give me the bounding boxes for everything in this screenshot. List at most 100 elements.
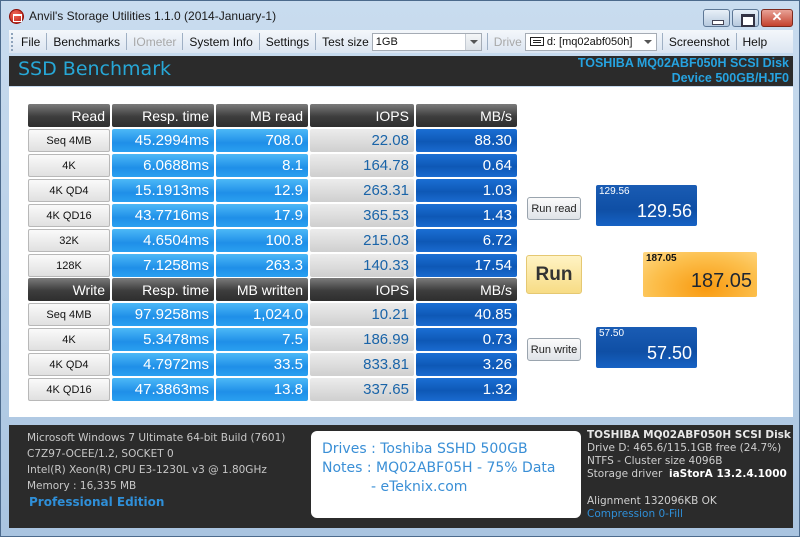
test-button[interactable]: Seq 4MB — [28, 129, 110, 152]
drive-info: TOSHIBA MQ02ABF050H SCSI Disk Device Dri… — [587, 429, 793, 521]
column-header: Resp. time — [112, 104, 214, 127]
resp-time-cell: 4.7972ms — [112, 353, 214, 376]
info-panel: Microsoft Windows 7 Ultimate 64-bit Buil… — [9, 425, 793, 528]
test-button[interactable]: 4K — [28, 154, 110, 177]
storage-driver: Storage driver iaStorA 13.2.4.1000 — [587, 468, 793, 481]
menu-system-info[interactable]: System Info — [183, 30, 258, 53]
storage-driver-label: Storage driver — [587, 468, 663, 480]
column-header: MB/s — [416, 278, 517, 301]
table-row: 128K 7.1258ms 263.3 140.33 17.54 — [28, 254, 519, 277]
iops-cell: 833.81 — [310, 353, 414, 376]
run-write-button[interactable]: Run write — [527, 338, 581, 361]
mb-cell: 1,024.0 — [216, 303, 308, 326]
table-row: 4K QD16 43.7716ms 17.9 365.53 1.43 — [28, 204, 519, 227]
write-score: 57.50 57.50 — [596, 327, 697, 368]
column-header: IOPS — [310, 104, 414, 127]
test-button[interactable]: Seq 4MB — [28, 303, 110, 326]
mbs-cell: 1.03 — [416, 179, 517, 202]
table-row: Seq 4MB 97.9258ms 1,024.0 10.21 40.85 — [28, 303, 519, 326]
table-row: Seq 4MB 45.2994ms 708.0 22.08 88.30 — [28, 129, 519, 152]
chevron-down-icon[interactable] — [639, 33, 656, 50]
header-band: SSD Benchmark TOSHIBA MQ02ABF050H SCSI D… — [9, 56, 793, 86]
motherboard-info: C7Z97-OCEE/1.2, SOCKET 0 — [27, 448, 174, 460]
alignment-info: Alignment 132096KB OK — [587, 495, 717, 507]
close-button[interactable]: ✕ — [761, 9, 793, 27]
resp-time-cell: 15.1913ms — [112, 179, 214, 202]
memory-info: Memory : 16,335 MB — [27, 480, 137, 492]
total-score: 187.05 187.05 — [643, 252, 757, 297]
iops-cell: 337.65 — [310, 378, 414, 401]
edition-label: Professional Edition — [29, 495, 165, 509]
mb-cell: 17.9 — [216, 204, 308, 227]
mb-cell: 708.0 — [216, 129, 308, 152]
notes-drives: Drives : Toshiba SSHD 500GB — [322, 441, 528, 457]
write-score-value: 57.50 — [646, 343, 692, 363]
iops-cell: 186.99 — [310, 328, 414, 351]
test-button[interactable]: 4K QD4 — [28, 353, 110, 376]
table-row: 32K 4.6504ms 100.8 215.03 6.72 — [28, 229, 519, 252]
window-title: Anvil's Storage Utilities 1.1.0 (2014-Ja… — [29, 9, 277, 23]
cpu-info: Intel(R) Xeon(R) CPU E3-1230L v3 @ 1.80G… — [27, 464, 267, 476]
iops-cell: 22.08 — [310, 129, 414, 152]
resp-time-cell: 6.0688ms — [112, 154, 214, 177]
column-header: MB/s — [416, 104, 517, 127]
app-logo-icon — [9, 9, 24, 24]
iops-cell: 10.21 — [310, 303, 414, 326]
resp-time-cell: 5.3478ms — [112, 328, 214, 351]
test-button[interactable]: 4K QD16 — [28, 204, 110, 227]
resp-time-cell: 7.1258ms — [112, 254, 214, 277]
drive-select[interactable]: d: [mq02abf050h] — [524, 32, 657, 51]
test-button[interactable]: 32K — [28, 229, 110, 252]
app-window: Anvil's Storage Utilities 1.1.0 (2014-Ja… — [0, 0, 800, 537]
total-score-small: 187.05 — [646, 253, 677, 264]
table-row: 4K QD4 15.1913ms 12.9 263.31 1.03 — [28, 179, 519, 202]
resp-time-cell: 47.3863ms — [112, 378, 214, 401]
read-score-small: 129.56 — [599, 186, 630, 197]
mb-cell: 12.9 — [216, 179, 308, 202]
iops-cell: 140.33 — [310, 254, 414, 277]
test-button[interactable]: 4K QD4 — [28, 179, 110, 202]
title-bar: Anvil's Storage Utilities 1.1.0 (2014-Ja… — [1, 1, 799, 29]
mb-cell: 8.1 — [216, 154, 308, 177]
test-size-select[interactable]: 1GB — [371, 32, 482, 51]
test-button[interactable]: 128K — [28, 254, 110, 277]
menu-benchmarks[interactable]: Benchmarks — [47, 30, 126, 53]
resp-time-cell: 45.2994ms — [112, 129, 214, 152]
menu-screenshot[interactable]: Screenshot — [663, 30, 736, 53]
minimize-button[interactable] — [703, 9, 730, 27]
menu-toolbar: File Benchmarks IOmeter System Info Sett… — [9, 30, 793, 53]
resp-time-cell: 43.7716ms — [112, 204, 214, 227]
write-results-table: Write Resp. time MB written IOPS MB/s Se… — [28, 278, 519, 403]
chevron-down-icon[interactable] — [464, 33, 481, 50]
table-row: 4K 6.0688ms 8.1 164.78 0.64 — [28, 154, 519, 177]
column-header: MB written — [216, 278, 308, 301]
mbs-cell: 88.30 — [416, 129, 517, 152]
mb-cell: 263.3 — [216, 254, 308, 277]
drive-model: TOSHIBA MQ02ABF050H SCSI Disk Device — [587, 429, 793, 441]
drive-label: Drive — [493, 34, 522, 49]
column-header: Write — [28, 278, 110, 301]
benchmark-panel: Read Resp. time MB read IOPS MB/s Seq 4M… — [9, 87, 793, 417]
menu-settings[interactable]: Settings — [260, 30, 315, 53]
system-info: Microsoft Windows 7 Ultimate 64-bit Buil… — [27, 430, 285, 494]
run-button[interactable]: Run — [526, 255, 582, 294]
resp-time-cell: 97.9258ms — [112, 303, 214, 326]
test-button[interactable]: 4K — [28, 328, 110, 351]
table-header-row: Write Resp. time MB written IOPS MB/s — [28, 278, 519, 301]
mb-cell: 7.5 — [216, 328, 308, 351]
menu-help[interactable]: Help — [737, 30, 774, 53]
notes-box[interactable]: Drives : Toshiba SSHD 500GB Notes : MQ02… — [311, 431, 581, 518]
column-header: Resp. time — [112, 278, 214, 301]
drive-icon — [529, 37, 544, 46]
column-header: IOPS — [310, 278, 414, 301]
maximize-button[interactable] — [732, 9, 759, 27]
close-icon: ✕ — [771, 9, 783, 24]
test-button[interactable]: 4K QD16 — [28, 378, 110, 401]
mb-cell: 33.5 — [216, 353, 308, 376]
notes-source: - eTeknix.com — [371, 479, 468, 495]
mbs-cell: 17.54 — [416, 254, 517, 277]
device-name-line1: TOSHIBA MQ02ABF050H SCSI Disk — [577, 56, 789, 70]
run-read-button[interactable]: Run read — [527, 197, 581, 220]
mbs-cell: 3.26 — [416, 353, 517, 376]
menu-file[interactable]: File — [15, 30, 46, 53]
